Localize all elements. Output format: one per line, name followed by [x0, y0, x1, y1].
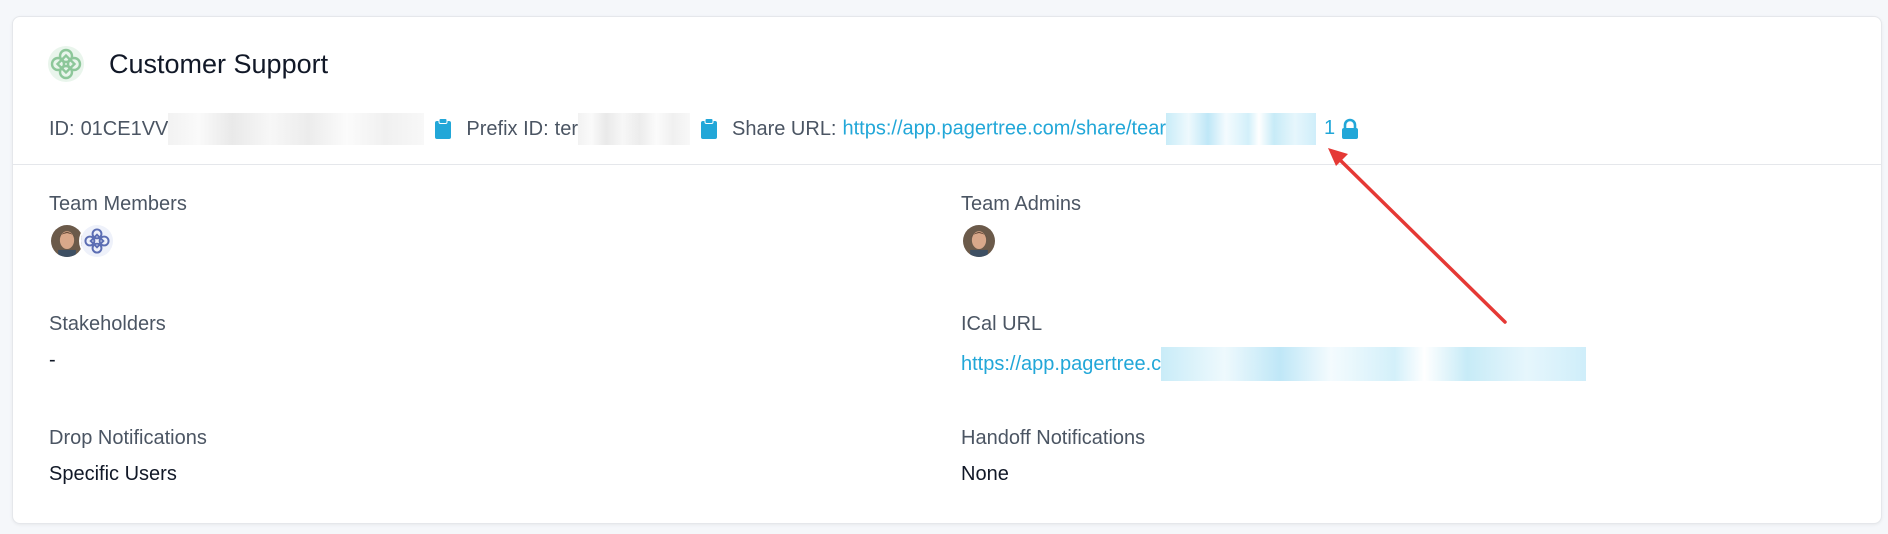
team-admins-label: Team Admins	[961, 193, 1082, 215]
team-members-label: Team Members	[49, 193, 187, 215]
ical-url-field: ICal URL https://app.pagertree.c	[961, 311, 1587, 381]
team-card: Customer Support ID: 01CE1VV Prefix ID: …	[12, 16, 1882, 524]
team-admins-field: Team Admins	[961, 191, 1081, 259]
handoff-notifications-value: None	[961, 463, 1009, 485]
team-admins-avatars	[961, 223, 1081, 259]
share-url-label: Share URL:	[732, 117, 837, 140]
stakeholders-label: Stakeholders	[49, 313, 166, 335]
drop-notifications-field: Drop Notifications Specific Users	[49, 425, 207, 487]
team-name: Customer Support	[109, 49, 329, 79]
ical-url-redaction	[1161, 347, 1587, 381]
drop-notifications-value: Specific Users	[49, 463, 177, 485]
team-members-field: Team Members	[49, 191, 187, 259]
admin-avatar[interactable]	[961, 223, 997, 259]
share-url-link[interactable]: https://app.pagertree.com/share/tear 1	[842, 113, 1336, 145]
share-url-text: https://app.pagertree.com/share/tear	[842, 117, 1167, 140]
ical-url-link[interactable]: https://app.pagertree.c	[961, 351, 1161, 377]
copy-prefix-clipboard-icon[interactable]	[700, 118, 718, 140]
handoff-notifications-label: Handoff Notifications	[961, 427, 1146, 449]
id-redaction	[168, 113, 425, 145]
team-meta-row: ID: 01CE1VV Prefix ID: ter Share URL: ht…	[49, 99, 1359, 159]
id-label: ID:	[49, 117, 75, 140]
lock-icon[interactable]	[1341, 118, 1359, 140]
copy-id-clipboard-icon[interactable]	[434, 118, 452, 140]
prefix-redaction	[578, 113, 690, 145]
team-logo-icon	[48, 46, 84, 82]
share-url-redaction	[1166, 113, 1317, 145]
prefix-value: ter	[554, 117, 578, 140]
stakeholders-value: -	[49, 349, 56, 371]
handoff-notifications-field: Handoff Notifications None	[961, 425, 1145, 487]
drop-notifications-label: Drop Notifications	[49, 427, 207, 449]
group-avatar[interactable]	[79, 223, 115, 259]
share-url-tail: 1	[1324, 117, 1336, 140]
id-value: 01CE1VV	[80, 117, 169, 140]
prefix-label: Prefix ID:	[466, 117, 549, 140]
team-members-avatars	[49, 223, 187, 259]
ical-url-label: ICal URL	[961, 313, 1043, 335]
stakeholders-field: Stakeholders -	[49, 311, 166, 373]
team-header: Customer Support ID: 01CE1VV Prefix ID: …	[13, 17, 1881, 165]
ical-url-row: https://app.pagertree.c	[961, 347, 1587, 381]
